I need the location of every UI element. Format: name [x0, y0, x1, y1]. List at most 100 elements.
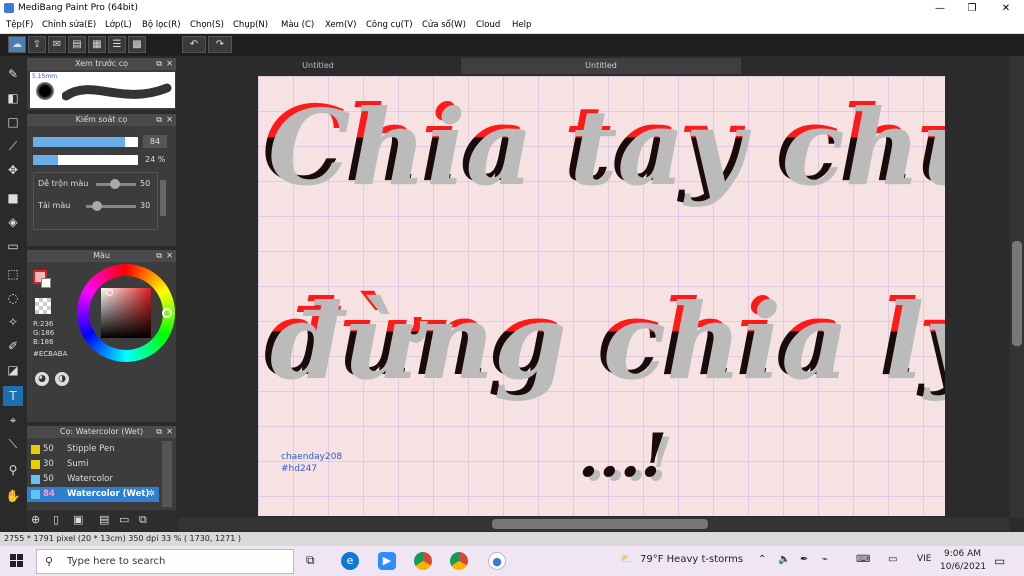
brush-size-slider[interactable]	[33, 137, 138, 147]
close-panel-icon[interactable]: ✕	[166, 114, 173, 126]
lasso-tool-icon[interactable]: ◌	[3, 288, 23, 308]
display-icon[interactable]: ▭	[888, 554, 897, 565]
windows-start-icon[interactable]	[10, 554, 24, 568]
mix-slider-knob[interactable]	[110, 179, 120, 189]
brush-item[interactable]: 30 Sumi	[27, 457, 159, 472]
hue-ring[interactable]	[77, 264, 175, 362]
vertical-scroll-thumb[interactable]	[1012, 241, 1022, 346]
brush-size-value[interactable]: 84	[143, 135, 167, 148]
operation-tool-icon[interactable]: ⌖	[3, 410, 23, 430]
chat-icon[interactable]: ▤	[68, 36, 86, 53]
edge-icon[interactable]: e	[341, 552, 359, 570]
hand-tool-icon[interactable]: ✋	[3, 486, 23, 506]
magic-wand-icon[interactable]: ✧	[3, 312, 23, 332]
minimize-button[interactable]: —	[924, 0, 956, 17]
opacity-slider[interactable]	[33, 155, 138, 165]
chrome-icon[interactable]	[414, 552, 432, 570]
document-icon[interactable]: ▦	[88, 36, 106, 53]
brush-item-selected[interactable]: 84 Watercolor (Wet) ✲	[27, 487, 159, 502]
gradient-tool-icon[interactable]: ▭	[3, 236, 23, 256]
select-rect-icon[interactable]: ⬚	[3, 264, 23, 284]
divide-tool-icon[interactable]: ⟍	[3, 434, 23, 454]
settings-scrollbar[interactable]	[160, 180, 166, 216]
tab-untitled-2[interactable]: Untitled	[461, 58, 741, 74]
tray-chevron-icon[interactable]: ⌃	[758, 554, 766, 565]
menu-layer[interactable]: Lớp(L)	[105, 20, 132, 30]
select-pen-icon[interactable]: ✐	[3, 336, 23, 356]
menu-view[interactable]: Xem(V)	[325, 20, 356, 30]
grid-icon[interactable]: ▩	[128, 36, 146, 53]
palette-add-icon[interactable]: ◑	[55, 372, 69, 386]
menu-help[interactable]: Help	[512, 20, 531, 30]
settings-gear-icon[interactable]: ✲	[148, 487, 155, 502]
drawing-canvas[interactable]: Chia tay chứ đừng chia ly ...! chaenday2…	[258, 76, 945, 516]
rectangle-tool-icon[interactable]: □	[3, 112, 23, 132]
cloud-icon[interactable]: ☁	[8, 36, 26, 53]
share-icon[interactable]: ⇪	[28, 36, 46, 53]
text-tool-icon[interactable]: T	[3, 386, 23, 406]
folder-icon[interactable]: ▭	[119, 513, 129, 526]
clock-date[interactable]: 10/6/2021	[940, 562, 986, 572]
comment-icon[interactable]: ✉	[48, 36, 66, 53]
taskbar-search-box[interactable]: ⚲ Type here to search	[36, 549, 294, 574]
undo-icon[interactable]: ↶	[182, 36, 206, 53]
background-color-swatch[interactable]	[41, 278, 51, 288]
menu-tools[interactable]: Công cụ(T)	[366, 20, 413, 30]
redo-icon[interactable]: ↷	[208, 36, 232, 53]
new-brush-icon[interactable]: ▯	[53, 513, 59, 526]
load-slider-knob[interactable]	[92, 201, 102, 211]
pen-icon[interactable]: ✒	[800, 554, 808, 565]
popout-icon[interactable]: ⧉	[156, 114, 162, 126]
palette-icon[interactable]: ◕	[35, 372, 49, 386]
list-icon[interactable]: ☰	[108, 36, 126, 53]
menu-cloud[interactable]: Cloud	[476, 20, 500, 30]
zoom-icon[interactable]: ▶	[378, 552, 396, 570]
clock-time[interactable]: 9:06 AM	[944, 549, 981, 559]
close-panel-icon[interactable]: ✕	[166, 58, 173, 70]
popout-icon[interactable]: ⧉	[156, 58, 162, 70]
vertical-scrollbar[interactable]	[1010, 56, 1024, 518]
chrome-icon-2[interactable]	[450, 552, 468, 570]
menu-file[interactable]: Tệp(F)	[6, 20, 33, 30]
menu-edit[interactable]: Chỉnh sửa(E)	[42, 20, 96, 30]
menu-capture[interactable]: Chụp(N)	[233, 20, 268, 30]
popout-icon[interactable]: ⧉	[156, 426, 162, 438]
menu-window[interactable]: Cửa sổ(W)	[422, 20, 466, 30]
brush-menu-icon[interactable]: ▣	[73, 513, 83, 526]
transparent-color-swatch[interactable]	[35, 298, 51, 314]
keyboard-icon[interactable]: ⌨	[856, 554, 870, 565]
duplicate-icon[interactable]: ⧉	[139, 513, 147, 527]
brush-tool-icon[interactable]: ✎	[3, 64, 23, 84]
weather-text[interactable]: 79°F Heavy t-storms	[640, 554, 743, 565]
eyedropper-tool-icon[interactable]: ⚲	[3, 460, 23, 480]
brush-list-scrollbar[interactable]	[162, 441, 172, 507]
brush-item[interactable]: 50 Stipple Pen	[27, 442, 159, 457]
pen-tool-icon[interactable]: ⟋	[3, 136, 23, 156]
horizontal-scroll-thumb[interactable]	[492, 519, 708, 529]
tab-untitled-1[interactable]: Untitled	[238, 58, 398, 74]
close-button[interactable]: ✕	[990, 0, 1022, 17]
bucket-tool-icon[interactable]: ◈	[3, 212, 23, 232]
menu-select[interactable]: Chọn(S)	[190, 20, 224, 30]
task-view-icon[interactable]: ⧉	[306, 553, 315, 568]
brush-item[interactable]: 50 Watercolor	[27, 472, 159, 487]
move-tool-icon[interactable]: ✥	[3, 160, 23, 180]
volume-icon[interactable]: 🔈	[778, 554, 790, 565]
restore-button[interactable]: ❐	[956, 0, 988, 17]
select-eraser-icon[interactable]: ◪	[3, 360, 23, 380]
language-indicator[interactable]: VIE	[917, 554, 932, 564]
eraser-tool-icon[interactable]: ◧	[3, 88, 23, 108]
menu-filter[interactable]: Bộ lọc(R)	[142, 20, 181, 30]
notification-icon[interactable]: ▭	[994, 554, 1005, 568]
add-brush-icon[interactable]: ⊕	[31, 513, 40, 526]
network-icon[interactable]: ⌁	[822, 554, 828, 565]
close-panel-icon[interactable]: ✕	[166, 250, 173, 262]
sv-picker-knob[interactable]	[106, 289, 113, 296]
hue-picker-knob[interactable]	[162, 308, 172, 318]
horizontal-scrollbar[interactable]	[178, 517, 1010, 531]
close-panel-icon[interactable]: ✕	[166, 426, 173, 438]
medibang-taskbar-icon[interactable]: ●	[488, 552, 506, 570]
brush-doc-icon[interactable]: ▤	[99, 513, 109, 526]
popout-icon[interactable]: ⧉	[156, 250, 162, 262]
menu-color[interactable]: Màu (C)	[281, 20, 314, 30]
